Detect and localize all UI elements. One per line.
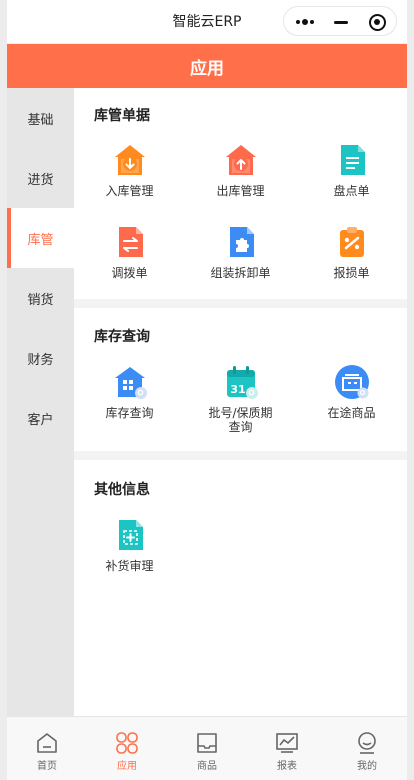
- tile-label: 盘点单: [333, 184, 370, 198]
- puzzle-document-icon: [230, 227, 254, 257]
- tile-in-transit[interactable]: 在途商品: [296, 364, 407, 436]
- sidebar-item-customer[interactable]: 客户: [7, 388, 74, 448]
- tile-label: 批号/保质期 查询: [185, 406, 296, 434]
- tile-inbound[interactable]: 入库管理: [74, 142, 185, 202]
- warehouse-search-icon: [115, 367, 147, 399]
- close-target-icon[interactable]: [358, 7, 396, 37]
- outbound-house-icon: [226, 145, 256, 175]
- in-transit-icon: [335, 365, 369, 399]
- sidebar-item-label: 进货: [27, 172, 54, 188]
- app-grid-content: 库管单据 入库管理 出库管理 盘点单 调拨单 组装拆卸单 报损单 库存查询 库存…: [74, 88, 407, 716]
- tile-label: 在途商品: [327, 406, 376, 420]
- tile-transfer[interactable]: 调拨单: [74, 224, 185, 284]
- document-icon: [341, 145, 365, 175]
- sidebar-item-label: 基础: [27, 112, 54, 128]
- tile-label: 调拨单: [111, 266, 148, 280]
- section-divider: [74, 299, 407, 308]
- transfer-document-icon: [119, 227, 143, 257]
- damage-report-icon: [340, 227, 364, 257]
- category-sidebar: 基础 进货 库管 销货 财务 客户: [7, 88, 74, 716]
- bottom-tab-bar: 首页 应用 商品 报表 我的: [7, 716, 407, 780]
- tile-assembly[interactable]: 组装拆卸单: [185, 224, 296, 284]
- calendar-search-icon: 31: [227, 366, 258, 399]
- minimize-icon[interactable]: [322, 7, 360, 37]
- sidebar-item-label: 销货: [27, 292, 54, 308]
- tile-stock-query[interactable]: 库存查询: [74, 364, 185, 436]
- profile-icon: [358, 732, 376, 754]
- tile-label: 报损单: [333, 266, 370, 280]
- home-icon: [37, 733, 57, 753]
- tab-goods[interactable]: 商品: [167, 717, 247, 780]
- sidebar-item-finance[interactable]: 财务: [7, 328, 74, 388]
- tab-home[interactable]: 首页: [7, 717, 87, 780]
- tile-label: 入库管理: [105, 184, 154, 198]
- more-options-icon[interactable]: [286, 7, 324, 37]
- sidebar-item-label: 财务: [27, 352, 54, 368]
- apps-icon: [116, 732, 138, 754]
- section-title: 其他信息: [94, 482, 150, 498]
- capsule-menu: [283, 6, 397, 36]
- page-title: 应用: [190, 58, 224, 79]
- tile-batch-expiry-query[interactable]: 31 批号/保质期 查询: [185, 364, 296, 436]
- tile-damage-report[interactable]: 报损单: [296, 224, 407, 284]
- inbound-house-icon: [115, 145, 145, 175]
- section-title: 库管单据: [94, 108, 150, 124]
- sidebar-item-sales[interactable]: 销货: [7, 268, 74, 328]
- tab-label: 应用: [117, 761, 137, 772]
- tab-reports[interactable]: 报表: [247, 717, 327, 780]
- sidebar-item-basic[interactable]: 基础: [7, 88, 74, 148]
- app-window: 智能云ERP 应用 基础 进货 库管 销货 财务 客户 库管单据 入库管理 出库…: [7, 0, 407, 780]
- sidebar-item-label: 客户: [27, 412, 54, 428]
- tile-label: 组装拆卸单: [210, 266, 271, 280]
- tile-label-line1: 批号/保质期: [208, 406, 273, 420]
- section-divider: [74, 451, 407, 460]
- tab-label: 商品: [197, 761, 217, 772]
- section-other-info: 其他信息 补货审理: [74, 460, 407, 716]
- tile-label-line2: 查询: [228, 420, 253, 434]
- tab-label: 首页: [37, 761, 57, 772]
- tile-outbound[interactable]: 出库管理: [185, 142, 296, 202]
- section-inventory-documents: 库管单据 入库管理 出库管理 盘点单 调拨单 组装拆卸单 报损单: [74, 88, 407, 299]
- tab-apps[interactable]: 应用: [87, 717, 167, 780]
- top-bar: 智能云ERP: [7, 0, 407, 44]
- page-header: 应用: [7, 44, 407, 88]
- tile-restock-review[interactable]: 补货审理: [74, 517, 185, 577]
- sidebar-item-inventory[interactable]: 库管: [7, 208, 74, 268]
- svg-text:31: 31: [230, 383, 245, 396]
- section-title: 库存查询: [94, 329, 150, 345]
- restock-document-icon: [119, 520, 143, 550]
- section-stock-query: 库存查询 库存查询 31 批号/保质期 查询 在途商品: [74, 308, 407, 451]
- tab-label: 报表: [277, 761, 297, 772]
- tile-stocktake[interactable]: 盘点单: [296, 142, 407, 202]
- tile-label: 补货审理: [105, 559, 154, 573]
- goods-icon: [197, 733, 217, 753]
- sidebar-item-label: 库管: [27, 232, 54, 248]
- tile-label: 库存查询: [105, 406, 154, 420]
- sidebar-item-purchase[interactable]: 进货: [7, 148, 74, 208]
- tab-label: 我的: [357, 761, 377, 772]
- tile-label: 出库管理: [216, 184, 265, 198]
- report-chart-icon: [276, 733, 298, 753]
- tab-profile[interactable]: 我的: [327, 717, 407, 780]
